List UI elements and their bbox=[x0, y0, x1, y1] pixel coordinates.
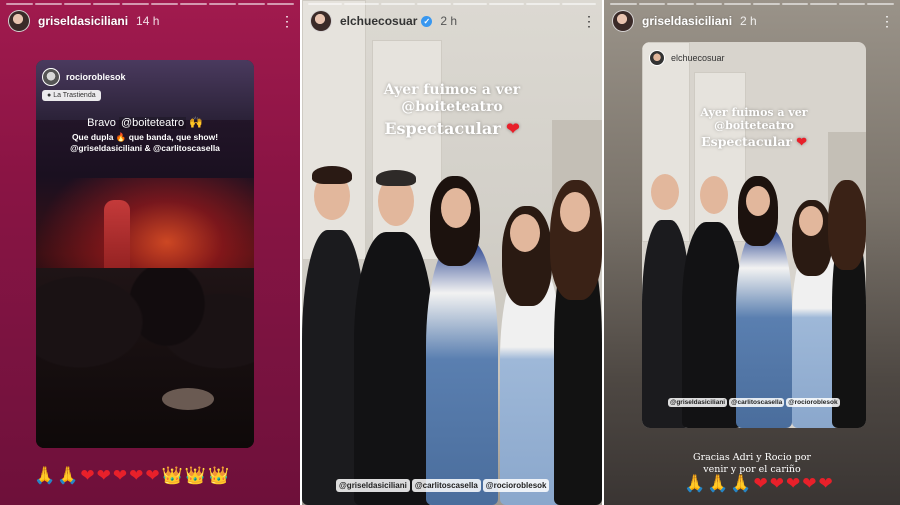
person bbox=[354, 232, 434, 505]
story-header: griseldasiciliani 14 h ⋮ bbox=[8, 9, 294, 33]
bravo-text: Bravo @boiteteatro 🙌 bbox=[36, 116, 254, 129]
caption-line: Que dupla 🔥 que banda, que show! bbox=[71, 132, 219, 142]
stage-performer bbox=[104, 200, 130, 278]
reposted-story-card[interactable]: elchuecosuar Ayer fuimos a ver @boitetea… bbox=[642, 42, 866, 428]
heart-icon: ❤ bbox=[112, 466, 128, 485]
mention-tags: @griseldasiciliani @carlitoscasella @roc… bbox=[336, 479, 550, 492]
emoji-row: 🙏 🙏 ❤ ❤ ❤ ❤ ❤ 👑 👑 👑 bbox=[34, 466, 229, 486]
mention-tag[interactable]: @carlitoscasella bbox=[729, 398, 785, 407]
story-username[interactable]: griseldasiciliani bbox=[642, 14, 732, 28]
avatar[interactable] bbox=[612, 10, 634, 32]
location-sticker[interactable]: ● La Trastienda bbox=[42, 90, 101, 101]
repost-header: elchuecosuar bbox=[649, 50, 725, 66]
heart-icon: ❤ bbox=[769, 474, 785, 493]
praying-hands-icon: 🙏 bbox=[730, 474, 752, 493]
mention-tag[interactable]: @griseldasiciliani bbox=[668, 398, 728, 407]
more-options-icon[interactable]: ⋮ bbox=[280, 14, 294, 28]
audience bbox=[36, 268, 254, 448]
repost-avatar[interactable] bbox=[649, 50, 665, 66]
repost-username[interactable]: rocioroblesok bbox=[66, 72, 126, 82]
mention-link[interactable]: @boiteteatro bbox=[118, 117, 187, 129]
reposted-story-card[interactable]: rocioroblesok ● La Trastienda Bravo @boi… bbox=[36, 60, 254, 448]
story-time: 2 h bbox=[740, 14, 757, 28]
story-progress-bar bbox=[308, 3, 596, 5]
story-time: 14 h bbox=[136, 14, 160, 28]
more-options-icon[interactable]: ⋮ bbox=[582, 14, 596, 28]
mention-tag[interactable]: @carlitoscasella bbox=[411, 479, 481, 492]
emoji-row: 🙏 🙏 🙏 ❤ ❤ ❤ ❤ ❤ bbox=[684, 474, 833, 494]
praying-hands-icon: 🙏 bbox=[707, 474, 729, 493]
caption-line: Espectacular bbox=[701, 134, 793, 149]
repost-caption: Ayer fuimos a ver @boiteteatro Espectacu… bbox=[642, 106, 866, 148]
mention-tag[interactable]: @rocioroblesok bbox=[482, 479, 550, 492]
heart-icon: ❤ bbox=[145, 466, 160, 485]
more-options-icon[interactable]: ⋮ bbox=[880, 14, 894, 28]
heart-icon: ❤ bbox=[506, 119, 520, 138]
story-time: 2 h bbox=[440, 14, 458, 28]
repost-avatar[interactable] bbox=[42, 68, 60, 86]
mention-tag[interactable]: @griseldasiciliani bbox=[336, 479, 410, 492]
caption-line: Ayer fuimos a ver bbox=[700, 106, 808, 119]
group-photo bbox=[302, 0, 602, 505]
raised-hands-icon: 🙌 bbox=[189, 117, 203, 129]
person bbox=[426, 240, 498, 505]
heart-icon: ❤ bbox=[753, 474, 768, 493]
praying-hands-icon: 🙏 bbox=[684, 474, 706, 493]
stories-collage: griseldasiciliani 14 h ⋮ rocioroblesok ●… bbox=[0, 0, 900, 505]
heart-icon: ❤ bbox=[818, 474, 833, 493]
caption-mention[interactable]: @boiteteatro bbox=[642, 119, 866, 132]
crown-icon: 👑 bbox=[184, 466, 206, 485]
story-progress-bar bbox=[6, 3, 294, 5]
location-label: La Trastienda bbox=[53, 92, 96, 99]
story-username[interactable]: griseldasiciliani bbox=[38, 14, 128, 28]
story-header: elchuecosuar ✓ 2 h ⋮ bbox=[310, 9, 596, 33]
caption-mention[interactable]: @boiteteatro bbox=[302, 99, 602, 116]
avatar[interactable] bbox=[310, 10, 332, 32]
mentions-line[interactable]: @griseldasiciliani & @carlitoscasella bbox=[40, 143, 250, 154]
crown-icon: 👑 bbox=[207, 466, 230, 485]
thanks-caption: Gracias Adri y Rocio por venir y por el … bbox=[604, 452, 900, 476]
heart-icon: ❤ bbox=[802, 474, 817, 493]
mention-tag[interactable]: @rocioroblesok bbox=[786, 398, 840, 407]
praying-hands-icon: 🙏 bbox=[57, 466, 79, 485]
story-caption: Ayer fuimos a ver @boiteteatro Espectacu… bbox=[302, 82, 602, 137]
caption-line: Espectacular bbox=[384, 119, 501, 138]
mention-tags: @griseldasiciliani @carlitoscasella @roc… bbox=[668, 398, 840, 407]
caption-line: Ayer fuimos a ver bbox=[383, 82, 521, 98]
story-progress-bar bbox=[610, 3, 894, 5]
caption-line: Gracias Adri y Rocio por bbox=[693, 452, 811, 463]
avatar[interactable] bbox=[8, 10, 30, 32]
heart-icon: ❤ bbox=[786, 474, 801, 493]
verified-badge-icon: ✓ bbox=[421, 15, 433, 27]
heart-icon: ❤ bbox=[796, 134, 807, 149]
bravo-prefix: Bravo bbox=[87, 117, 116, 129]
crown-icon: 👑 bbox=[161, 466, 183, 485]
story-username[interactable]: elchuecosuar bbox=[340, 14, 417, 28]
repost-username[interactable]: elchuecosuar bbox=[671, 53, 725, 63]
story-header: griseldasiciliani 2 h ⋮ bbox=[612, 9, 894, 33]
repost-caption: Que dupla 🔥 que banda, que show! @grisel… bbox=[40, 132, 250, 154]
praying-hands-icon: 🙏 bbox=[34, 466, 56, 485]
table-lamp bbox=[162, 388, 214, 410]
story-griseldasiciliani-2[interactable]: griseldasiciliani 2 h ⋮ elchuecosuar Aye… bbox=[604, 0, 900, 505]
repost-header: rocioroblesok bbox=[42, 68, 126, 86]
heart-icon: ❤ bbox=[80, 466, 95, 485]
heart-icon: ❤ bbox=[96, 466, 111, 485]
story-elchuecosuar[interactable]: elchuecosuar ✓ 2 h ⋮ Ayer fuimos a ver @… bbox=[302, 0, 602, 505]
story-griseldasiciliani-1[interactable]: griseldasiciliani 14 h ⋮ rocioroblesok ●… bbox=[0, 0, 300, 505]
heart-icon: ❤ bbox=[129, 466, 144, 485]
